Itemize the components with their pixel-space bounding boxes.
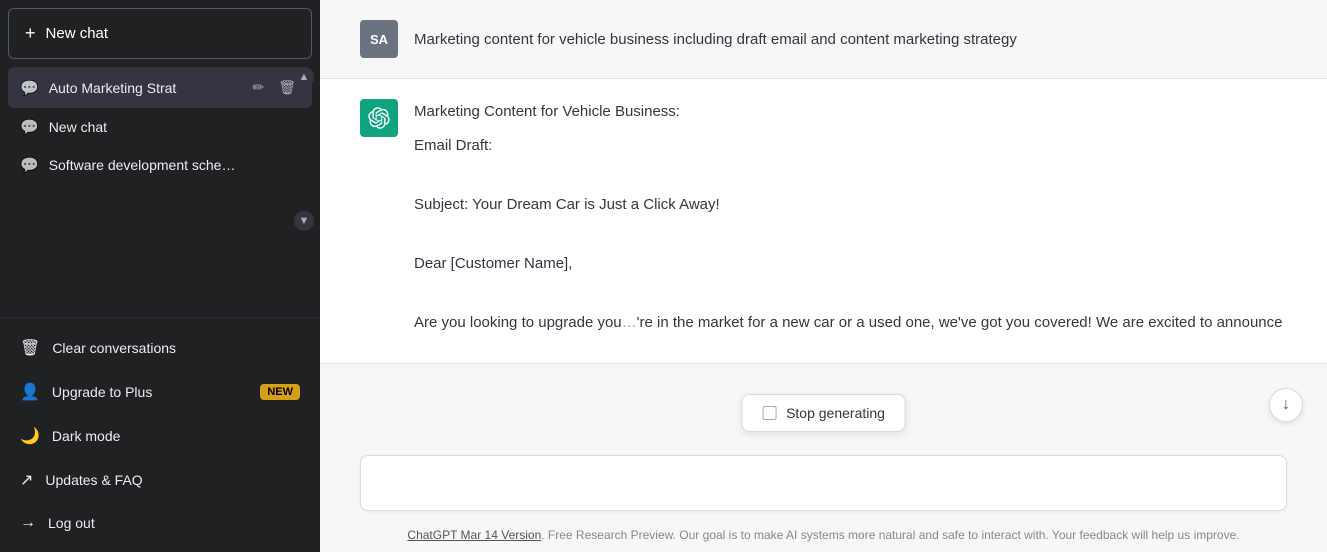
user-message-row: SA Marketing content for vehicle busines… [320, 0, 1327, 78]
moon-icon: 🌙 [20, 426, 40, 446]
new-badge: NEW [260, 384, 300, 400]
chevron-down-icon: ↓ [1282, 396, 1290, 414]
edit-conversation-button[interactable]: ✏ [248, 77, 268, 98]
conv-item-label: Software development sche… [49, 157, 300, 173]
user-message-text: Marketing content for vehicle business i… [414, 20, 1017, 52]
conversation-item-new-chat[interactable]: 💬 New chat [8, 108, 312, 146]
conversation-list-container: ▲ 💬 Auto Marketing Strat ✏ 🗑 💬 New chat … [0, 63, 320, 317]
plus-icon: + [25, 23, 36, 44]
chat-bubble-icon: 💬 [20, 79, 39, 97]
conv-item-label: Auto Marketing Strat [49, 80, 239, 96]
clear-conversations-action[interactable]: 🗑 Clear conversations [8, 326, 312, 370]
clear-conversations-label: Clear conversations [52, 340, 176, 356]
new-chat-button[interactable]: + New chat [8, 8, 312, 59]
conversation-list: 💬 Auto Marketing Strat ✏ 🗑 💬 New chat 💬 … [0, 63, 320, 188]
conversation-item-auto-marketing[interactable]: 💬 Auto Marketing Strat ✏ 🗑 [8, 67, 312, 108]
conv-item-label: New chat [49, 119, 300, 135]
logout-label: Log out [48, 515, 95, 531]
trash-icon: 🗑 [20, 338, 40, 358]
external-link-icon: ↗ [20, 470, 33, 490]
assistant-heading: Marketing Content for Vehicle Business: [414, 99, 1287, 125]
upgrade-to-plus-action[interactable]: 👤 Upgrade to Plus NEW [8, 370, 312, 414]
upgrade-label: Upgrade to Plus [52, 384, 152, 400]
dark-mode-label: Dark mode [52, 428, 120, 444]
main-content: SA Marketing content for vehicle busines… [320, 0, 1327, 552]
user-icon: 👤 [20, 382, 40, 402]
logout-action[interactable]: → Log out [8, 502, 312, 544]
assistant-salutation: Dear [Customer Name], [414, 251, 1287, 277]
stop-generating-popup[interactable]: Stop generating [741, 394, 906, 432]
chat-bubble-icon: 💬 [20, 156, 39, 174]
chat-input[interactable] [360, 455, 1287, 511]
dark-mode-action[interactable]: 🌙 Dark mode [8, 414, 312, 458]
input-area [320, 445, 1327, 522]
assistant-message-content: Marketing Content for Vehicle Business: … [414, 99, 1287, 343]
logout-icon: → [20, 514, 36, 532]
scroll-down-arrow[interactable]: ▼ [294, 211, 314, 231]
footer-text: . Free Research Preview. Our goal is to … [541, 528, 1239, 542]
conv-item-actions: ✏ 🗑 [248, 77, 300, 98]
assistant-subject: Subject: Your Dream Car is Just a Click … [414, 192, 1287, 218]
chat-bubble-icon: 💬 [20, 118, 39, 136]
assistant-email-label: Email Draft: [414, 133, 1287, 159]
sidebar: + New chat ▲ 💬 Auto Marketing Strat ✏ 🗑 … [0, 0, 320, 552]
conversation-item-software-dev[interactable]: 💬 Software development sche… [8, 146, 312, 184]
new-chat-label: New chat [46, 25, 109, 42]
sidebar-bottom-actions: 🗑 Clear conversations 👤 Upgrade to Plus … [0, 317, 320, 552]
stop-generating-label: Stop generating [786, 405, 885, 421]
updates-faq-action[interactable]: ↗ Updates & FAQ [8, 458, 312, 502]
user-avatar: SA [360, 20, 398, 58]
scroll-to-bottom-button[interactable]: ↓ [1269, 388, 1303, 422]
scroll-up-arrow[interactable]: ▲ [294, 67, 314, 87]
footer-version-link[interactable]: ChatGPT Mar 14 Version [407, 528, 541, 542]
assistant-message-row: Marketing Content for Vehicle Business: … [320, 78, 1327, 364]
assistant-body-start: Are you looking to upgrade you…'re in th… [414, 310, 1287, 336]
stop-checkbox [762, 406, 776, 420]
chatgpt-avatar [360, 99, 398, 137]
updates-label: Updates & FAQ [45, 472, 142, 488]
chat-messages: SA Marketing content for vehicle busines… [320, 0, 1327, 445]
footer: ChatGPT Mar 14 Version. Free Research Pr… [320, 522, 1327, 552]
